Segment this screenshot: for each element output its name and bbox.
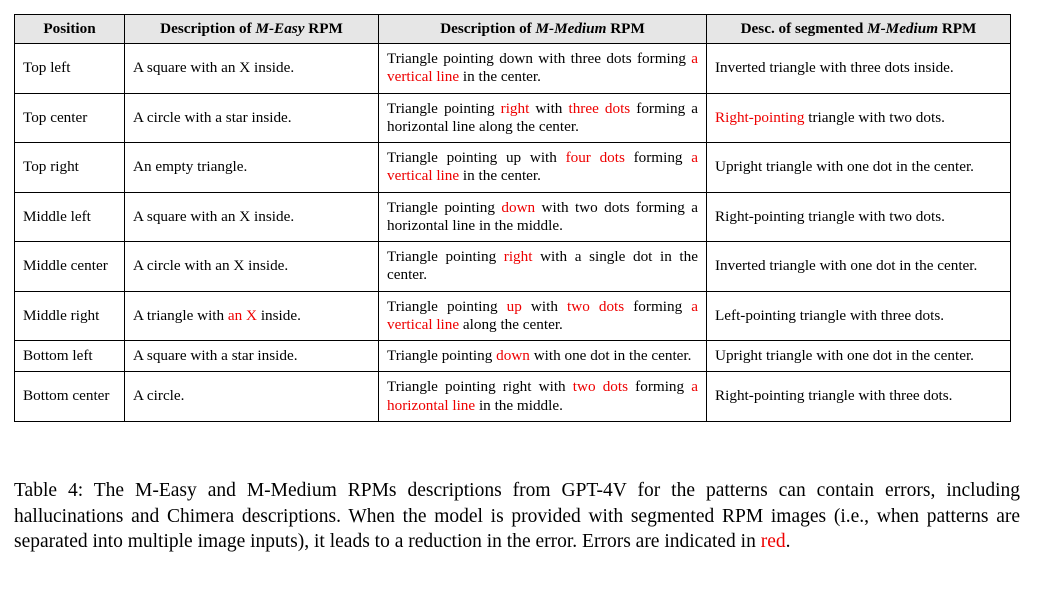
column-header-4: Desc. of segmented M-Medium RPM (706, 13, 1011, 45)
cell-medium-description: Triangle pointing down with two dots for… (378, 191, 707, 243)
column-header-1: Position (14, 13, 125, 45)
cell-easy-description: A circle with a star inside. (124, 92, 379, 144)
cell-medium-description: Triangle pointing down with one dot in t… (378, 340, 707, 373)
cell-medium-description: Triangle pointing down with three dots f… (378, 43, 707, 94)
error-highlight: an X (227, 306, 258, 324)
error-highlight: right (500, 99, 530, 117)
column-header-emphasis: M-Medium (867, 20, 939, 37)
cell-position: Middle left (14, 191, 125, 243)
table-row: Top right An empty triangle. Triangle poin… (14, 142, 1011, 193)
table-row: Middle center A circle with an X inside. T… (14, 241, 1011, 292)
cell-easy-description: A triangle with an X inside. (124, 290, 379, 342)
error-highlight: a vertical line (387, 297, 698, 333)
table-header: Position Description of M-Easy RPM Descrip… (14, 13, 1011, 45)
caption-error-highlight: red (760, 531, 786, 553)
cell-medium-description: Triangle pointing right with a single do… (378, 241, 707, 292)
cell-segmented-description: Inverted triangle with one dot in the ce… (706, 241, 1011, 292)
table-row: Middle left A square with an X inside. Tri… (14, 191, 1011, 243)
table-caption: Table 4: The M-Easy and M-Medium RPMs de… (14, 478, 1020, 555)
cell-easy-description: A circle. (124, 371, 379, 422)
page-root: Position Description of M-Easy RPM Descrip… (0, 0, 1037, 590)
cell-segmented-description: Upright triangle with one dot in the cen… (706, 340, 1011, 373)
table-row: Bottom center A circle. Triangle pointing … (14, 371, 1011, 422)
error-highlight: two dots (572, 378, 629, 396)
cell-segmented-description: Upright triangle with one dot in the cen… (706, 142, 1011, 193)
table-row: Middle right A triangle with an X inside.… (14, 290, 1011, 342)
error-highlight: right (503, 248, 533, 266)
table-header-row: Position Description of M-Easy RPM Descrip… (14, 13, 1011, 45)
table-container: Position Description of M-Easy RPM Descrip… (14, 13, 1011, 422)
table-row: Bottom left A square with a star inside. T… (14, 340, 1011, 373)
cell-medium-description: Triangle pointing right with two dots fo… (378, 371, 707, 422)
column-header-emphasis: M-Medium (535, 20, 607, 37)
error-highlight: a vertical line (387, 50, 698, 86)
error-highlight: a vertical line (387, 149, 698, 185)
cell-easy-description: A square with an X inside. (124, 43, 379, 94)
cell-segmented-description: Right-pointing triangle with three dots. (706, 371, 1011, 422)
cell-segmented-description: Inverted triangle with three dots inside… (706, 43, 1011, 94)
cell-easy-description: A square with a star inside. (124, 340, 379, 373)
table-body: Top left A square with an X inside. Triang… (14, 43, 1011, 422)
error-highlight: a horizontal line (387, 378, 698, 414)
cell-segmented-description: Left-pointing triangle with three dots. (706, 290, 1011, 342)
rpm-descriptions-table: Position Description of M-Easy RPM Descrip… (14, 13, 1011, 422)
cell-segmented-description: Right-pointing triangle with two dots. (706, 191, 1011, 243)
cell-position: Bottom center (14, 371, 125, 422)
cell-medium-description: Triangle pointing up with four dots form… (378, 142, 707, 193)
cell-easy-description: A circle with an X inside. (124, 241, 379, 292)
cell-position: Top center (14, 92, 125, 144)
error-highlight: up (506, 297, 522, 315)
error-highlight: four dots (565, 149, 625, 167)
error-highlight: down (501, 198, 536, 216)
error-highlight: three dots (568, 99, 631, 117)
cell-medium-description: Triangle pointing up with two dots formi… (378, 290, 707, 342)
cell-position: Bottom left (14, 340, 125, 373)
cell-medium-description: Triangle pointing right with three dots … (378, 92, 707, 144)
error-highlight: Right-pointing (715, 108, 805, 126)
column-header-emphasis: M-Easy (255, 20, 305, 37)
table-row: Top center A circle with a star inside. Tr… (14, 92, 1011, 144)
cell-segmented-description: Right-pointing triangle with two dots. (706, 92, 1011, 144)
cell-easy-description: An empty triangle. (124, 142, 379, 193)
table-row: Top left A square with an X inside. Triang… (14, 43, 1011, 94)
error-highlight: two dots (567, 297, 625, 315)
column-header-2: Description of M-Easy RPM (124, 13, 379, 45)
cell-position: Top left (14, 43, 125, 94)
error-highlight: down (496, 347, 530, 365)
caption-label: Table 4: (14, 480, 84, 501)
cell-position: Middle right (14, 290, 125, 342)
cell-position: Middle center (14, 241, 125, 292)
column-header-3: Description of M-Medium RPM (378, 13, 707, 45)
caption-text: The M-Easy and M-Medium RPMs description… (14, 480, 1020, 553)
cell-position: Top right (14, 142, 125, 193)
cell-easy-description: A square with an X inside. (124, 191, 379, 243)
